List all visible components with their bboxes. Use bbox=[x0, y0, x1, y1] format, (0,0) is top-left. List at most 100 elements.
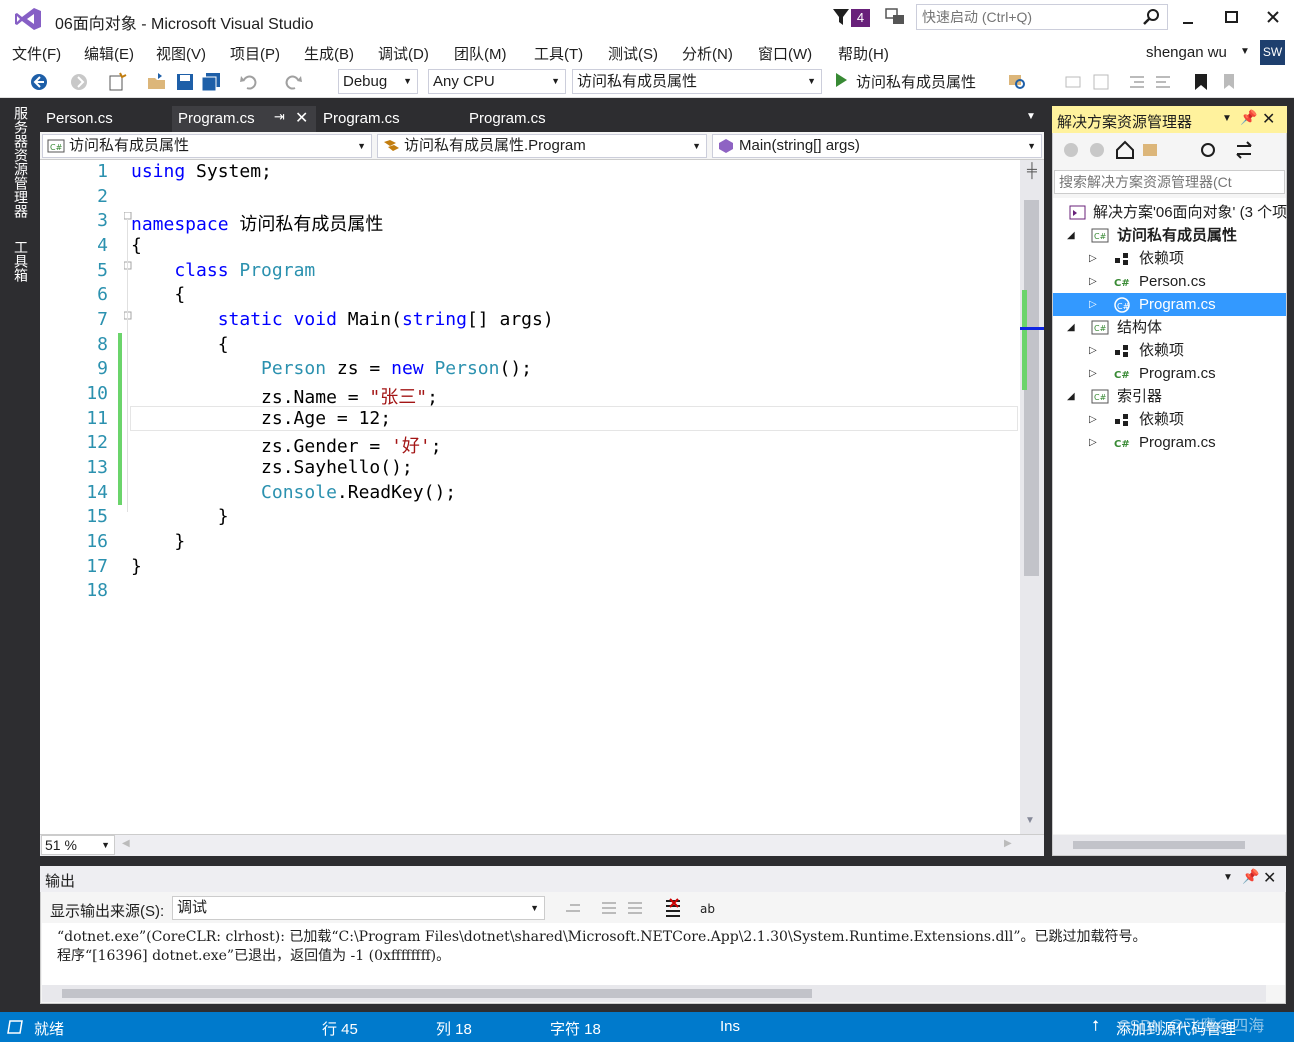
collapse-node-icon[interactable]: ◢ bbox=[1067, 385, 1075, 408]
feedback-icon[interactable] bbox=[884, 6, 906, 28]
indent-icon[interactable] bbox=[1152, 71, 1174, 93]
undo-icon[interactable] bbox=[238, 71, 260, 93]
tab-overflow-icon[interactable]: ▼ bbox=[1026, 111, 1036, 122]
expand-node-icon[interactable]: ▷ bbox=[1089, 270, 1097, 293]
split-editor-icon[interactable]: ╪ bbox=[1022, 162, 1042, 182]
navigate-back-icon[interactable] bbox=[28, 71, 50, 93]
tree-node-dependencies[interactable]: ▷ 依赖项 bbox=[1053, 339, 1286, 362]
menu-file[interactable]: 文件(F) bbox=[12, 43, 61, 64]
pin-icon[interactable]: 📌 bbox=[1240, 109, 1257, 126]
tab-program-cs-2[interactable]: Program.cs bbox=[317, 106, 406, 132]
tree-node-project-indexer[interactable]: ◢ C# 索引器 bbox=[1053, 385, 1286, 408]
tree-node-project-private-members[interactable]: ◢ C# 访问私有成员属性 bbox=[1053, 224, 1286, 247]
find-in-files-icon[interactable] bbox=[1006, 71, 1028, 93]
expand-node-icon[interactable]: ▷ bbox=[1089, 293, 1097, 316]
tree-node-dependencies[interactable]: ▷ 依赖项 bbox=[1053, 408, 1286, 431]
output-vertical-scrollbar[interactable] bbox=[1266, 923, 1285, 985]
maximize-button[interactable] bbox=[1214, 4, 1250, 32]
tree-node-person-cs[interactable]: ▷ C# Person.cs bbox=[1053, 270, 1286, 293]
navigate-forward-icon[interactable] bbox=[68, 71, 90, 93]
output-text-area[interactable]: “dotnet.exe”(CoreCLR: clrhost): 已加载“C:\P… bbox=[42, 923, 1266, 985]
new-project-icon[interactable] bbox=[106, 71, 128, 93]
code-line: { bbox=[131, 284, 186, 305]
quick-launch-box[interactable] bbox=[916, 4, 1168, 30]
close-panel-icon[interactable]: ✕ bbox=[1263, 868, 1276, 888]
tab-toolbox[interactable]: 工具箱 bbox=[11, 240, 31, 282]
solution-search-input[interactable] bbox=[1059, 174, 1249, 190]
type-select[interactable]: 访问私有成员属性.Program ▼ bbox=[377, 134, 707, 158]
project-context-select[interactable]: C# 访问私有成员属性 ▼ bbox=[42, 134, 372, 158]
tab-person-cs[interactable]: Person.cs bbox=[40, 106, 119, 132]
tree-node-program-cs[interactable]: ▷ C# Program.cs bbox=[1053, 431, 1286, 454]
scroll-down-icon[interactable]: ▼ bbox=[1025, 815, 1035, 826]
output-source-select[interactable]: 调试 ▼ bbox=[172, 896, 545, 920]
previous-bookmark-icon[interactable] bbox=[1218, 71, 1240, 93]
redo-icon[interactable] bbox=[282, 71, 304, 93]
user-name[interactable]: shengan wu bbox=[1146, 44, 1227, 61]
panel-options-icon[interactable]: ▼ bbox=[1222, 113, 1232, 124]
menu-project[interactable]: 项目(P) bbox=[230, 43, 280, 64]
code-line: static void Main(string[] args) bbox=[131, 309, 554, 330]
tab-program-cs-3[interactable]: Program.cs bbox=[463, 106, 552, 132]
user-menu-caret-icon[interactable]: ▼ bbox=[1240, 46, 1250, 57]
menu-view[interactable]: 视图(V) bbox=[156, 43, 206, 64]
code-line: Person zs = new Person(); bbox=[131, 358, 532, 379]
close-panel-icon[interactable]: ✕ bbox=[1262, 109, 1275, 129]
menu-debug[interactable]: 调试(D) bbox=[378, 43, 429, 64]
standard-toolbar: Debug ▼ Any CPU ▼ 访问私有成员属性 ▼ bbox=[0, 66, 1294, 98]
notification-count-badge[interactable]: 4 bbox=[851, 9, 870, 27]
outdent-icon[interactable] bbox=[1126, 71, 1148, 93]
minimize-button[interactable] bbox=[1170, 4, 1206, 32]
scroll-right-icon[interactable]: ▶ bbox=[1004, 838, 1012, 849]
tree-node-program-cs[interactable]: ▷ C# Program.cs bbox=[1053, 362, 1286, 385]
pin-tab-icon[interactable]: ⇥ bbox=[274, 109, 285, 125]
menu-analyze[interactable]: 分析(N) bbox=[682, 43, 733, 64]
solution-search-box[interactable] bbox=[1054, 170, 1285, 194]
tree-node-dependencies[interactable]: ▷ 依赖项 bbox=[1053, 247, 1286, 270]
open-file-icon[interactable] bbox=[146, 71, 168, 93]
tab-program-cs-active[interactable]: Program.cs ⇥ ✕ bbox=[172, 106, 316, 132]
collapse-node-icon[interactable]: ◢ bbox=[1067, 224, 1075, 247]
tree-node-program-cs-selected[interactable]: ▷ C# Program.cs bbox=[1053, 293, 1286, 316]
comment-icon[interactable] bbox=[1090, 71, 1112, 93]
pin-icon[interactable]: 📌 bbox=[1242, 868, 1259, 885]
zoom-level-select[interactable]: 51 % ▼ bbox=[41, 835, 115, 855]
scroll-left-icon[interactable]: ◀ bbox=[122, 838, 130, 849]
expand-node-icon[interactable]: ▷ bbox=[1089, 408, 1097, 431]
menu-test[interactable]: 测试(S) bbox=[608, 43, 658, 64]
tree-node-solution[interactable]: 解决方案'06面向对象' (3 个项 bbox=[1053, 201, 1287, 224]
solution-configuration-select[interactable]: Debug ▼ bbox=[338, 69, 418, 94]
save-all-icon[interactable] bbox=[200, 71, 222, 93]
expand-node-icon[interactable]: ▷ bbox=[1089, 362, 1097, 385]
menu-edit[interactable]: 编辑(E) bbox=[84, 43, 134, 64]
tree-node-project-struct[interactable]: ◢ C# 结构体 bbox=[1053, 316, 1286, 339]
startup-project-select[interactable]: 访问私有成员属性 ▼ bbox=[572, 69, 822, 94]
expand-node-icon[interactable]: ▷ bbox=[1089, 247, 1097, 270]
start-debugging-button[interactable]: 访问私有成员属性 bbox=[834, 68, 994, 94]
close-window-button[interactable] bbox=[1256, 4, 1292, 32]
search-icon[interactable] bbox=[1143, 8, 1161, 26]
avatar[interactable]: SW bbox=[1260, 40, 1285, 65]
scrollbar-thumb[interactable] bbox=[1073, 841, 1245, 849]
menu-window[interactable]: 窗口(W) bbox=[758, 43, 812, 64]
line-number: 12 bbox=[86, 432, 108, 453]
quick-launch-input[interactable] bbox=[917, 5, 1137, 29]
scrollbar-thumb[interactable] bbox=[62, 989, 812, 998]
solution-platform-select[interactable]: Any CPU ▼ bbox=[428, 69, 566, 94]
collapse-node-icon[interactable]: ◢ bbox=[1067, 316, 1075, 339]
member-select[interactable]: Main(string[] args) ▼ bbox=[712, 134, 1042, 158]
notification-filter-icon[interactable] bbox=[832, 7, 850, 27]
close-tab-icon[interactable]: ✕ bbox=[295, 108, 308, 128]
menu-build[interactable]: 生成(B) bbox=[304, 43, 354, 64]
menu-help[interactable]: 帮助(H) bbox=[838, 43, 889, 64]
menu-team[interactable]: 团队(M) bbox=[454, 43, 507, 64]
bookmark-icon[interactable] bbox=[1190, 71, 1212, 93]
tab-server-explorer[interactable]: 服务器资源管理器 bbox=[11, 106, 31, 218]
arrow-up-icon[interactable]: ⭡ bbox=[1092, 1018, 1099, 1035]
menu-tools[interactable]: 工具(T) bbox=[534, 43, 583, 64]
expand-node-icon[interactable]: ▷ bbox=[1089, 431, 1097, 454]
save-icon[interactable] bbox=[174, 71, 196, 93]
expand-node-icon[interactable]: ▷ bbox=[1089, 339, 1097, 362]
panel-options-icon[interactable]: ▼ bbox=[1223, 872, 1233, 883]
toggle-bookmark-icon[interactable] bbox=[1062, 71, 1084, 93]
